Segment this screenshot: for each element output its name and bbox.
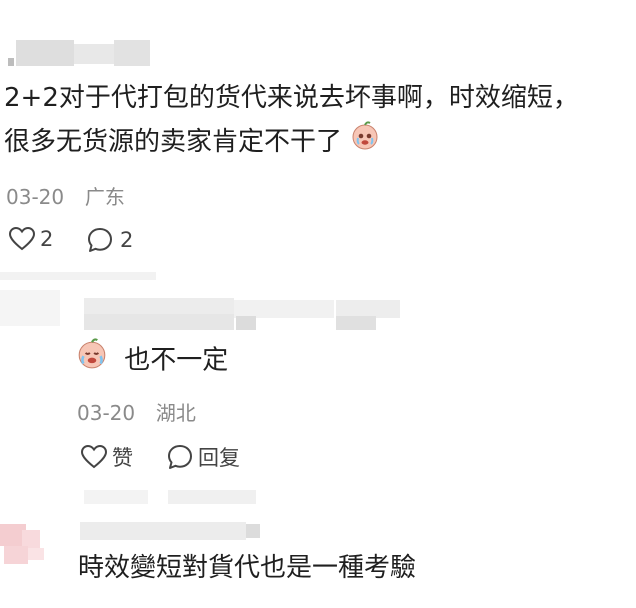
comment-text-line1: 2+2对于代打包的货代来说去坏事啊，时效缩短， (4, 83, 579, 113)
reply-date: 03-20 (77, 401, 136, 425)
heart-icon (8, 226, 36, 252)
reply-like-button[interactable]: 赞 (80, 442, 133, 472)
reply-meta: 03-20 湖北 (77, 397, 196, 426)
reply-button[interactable]: 2 (86, 226, 133, 254)
reply-location: 湖北 (155, 401, 196, 425)
comment-location: 广东 (84, 185, 125, 209)
reply-text-row: 也不一定 (76, 338, 228, 384)
reply-count: 2 (120, 228, 134, 252)
comment-text: 2+2对于代打包的货代来说去坏事啊，时效缩短， 很多无货源的卖家肯定不干了 (4, 76, 632, 165)
reply-reply-button[interactable]: 回复 (166, 442, 240, 472)
like-button[interactable]: 2 (8, 226, 53, 252)
heart-icon (80, 444, 108, 470)
comment2-text: 時效變短對貨代也是一種考驗 (78, 553, 417, 583)
crying-face-icon (350, 120, 380, 165)
comment-bubble-icon (86, 226, 114, 254)
comment-meta: 03-20 广东 (6, 181, 125, 210)
reply-text: 也不一定 (124, 345, 229, 376)
like-count: 2 (40, 227, 54, 251)
comment-bubble-icon (166, 443, 194, 471)
comment-date: 03-20 (6, 185, 65, 209)
reply-like-label: 赞 (112, 446, 133, 470)
comment-text-line2: 很多无货源的卖家肯定不干了 (4, 127, 343, 157)
comment-text-line2-row: 很多无货源的卖家肯定不干了 (4, 120, 632, 165)
reply-reply-label: 回复 (198, 446, 240, 470)
crying-face-icon (76, 338, 108, 384)
